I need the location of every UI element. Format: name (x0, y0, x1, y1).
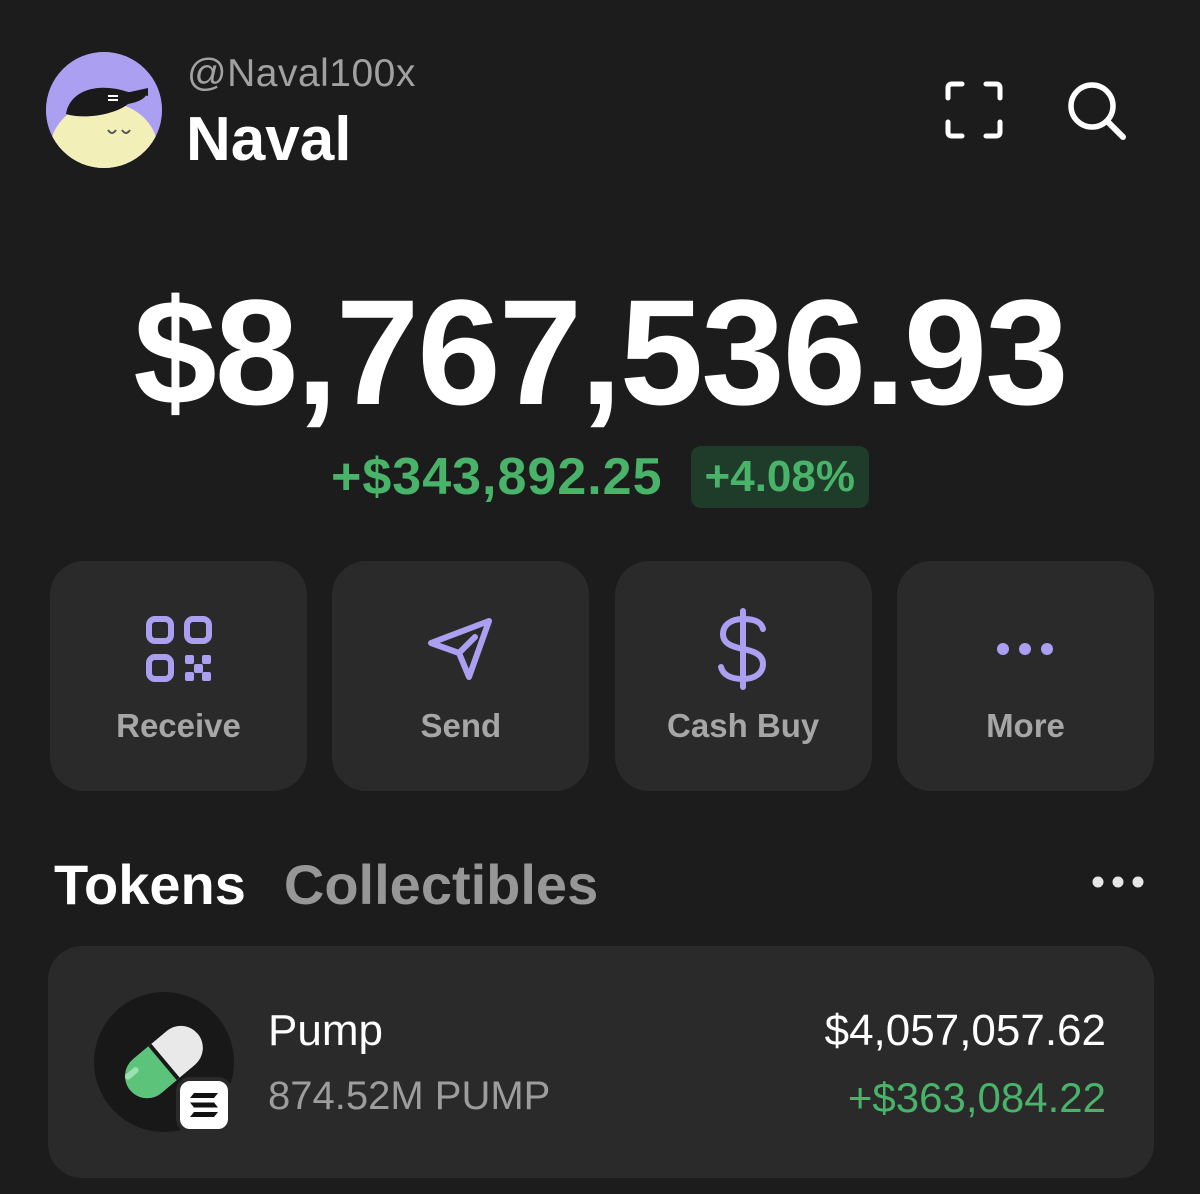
scan-icon (945, 81, 1003, 139)
solana-icon (190, 1093, 218, 1117)
scan-button[interactable] (942, 78, 1006, 142)
action-buttons: Receive Send Cash Buy More (50, 561, 1154, 791)
more-dots-icon (1092, 876, 1144, 888)
token-change: +$363,084.22 (847, 1074, 1106, 1121)
account-handle: @Naval100x (187, 52, 416, 95)
change-amount: +$343,892.25 (330, 448, 663, 506)
token-value: $4,057,057.62 (824, 1006, 1106, 1055)
avatar-hat-character-icon (46, 52, 162, 168)
dollar-icon (703, 608, 783, 690)
more-dots-icon (985, 609, 1065, 689)
receive-label: Receive (116, 707, 241, 744)
receive-button[interactable]: Receive (50, 561, 307, 791)
header: @Naval100x Naval (0, 0, 1200, 200)
change-percent-badge: +4.08% (690, 446, 869, 508)
cash-buy-label: Cash Buy (667, 707, 820, 744)
account-name[interactable]: Naval (186, 104, 351, 175)
send-arrow-icon (421, 609, 501, 689)
total-balance: $8,767,536.93 (133, 268, 1068, 436)
tabs-options-button[interactable] (1086, 862, 1150, 902)
tab-tokens[interactable]: Tokens (54, 852, 246, 917)
token-name: Pump (268, 1006, 383, 1055)
token-row-pump[interactable]: Pump 874.52M PUMP $4,057,057.62 +$363,08… (48, 946, 1154, 1178)
search-icon (1068, 82, 1126, 140)
token-quantity: 874.52M PUMP (268, 1074, 551, 1118)
tab-collectibles[interactable]: Collectibles (284, 852, 598, 917)
more-label: More (986, 707, 1065, 744)
search-button[interactable] (1064, 78, 1128, 142)
balance-change: +$343,892.25 +4.08% (0, 446, 1200, 508)
chain-badge (176, 1077, 232, 1133)
send-label: Send (420, 707, 502, 744)
asset-tabs: Tokens Collectibles (54, 852, 598, 916)
send-button[interactable]: Send (332, 561, 590, 791)
more-button[interactable]: More (896, 561, 1154, 791)
avatar[interactable] (46, 52, 162, 168)
cash-buy-button[interactable]: Cash Buy (614, 561, 872, 791)
qr-code-icon (139, 609, 219, 689)
wallet-home-screen: @Naval100x Naval $8,767,536.93 +$343,892… (0, 0, 1200, 1194)
